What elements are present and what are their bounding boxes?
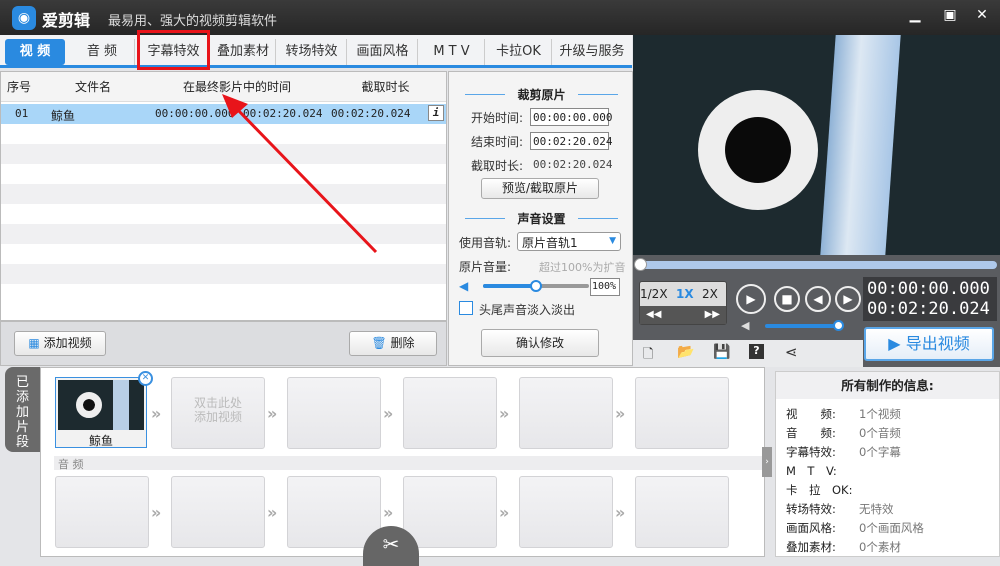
annotation-arrow [222, 94, 378, 254]
